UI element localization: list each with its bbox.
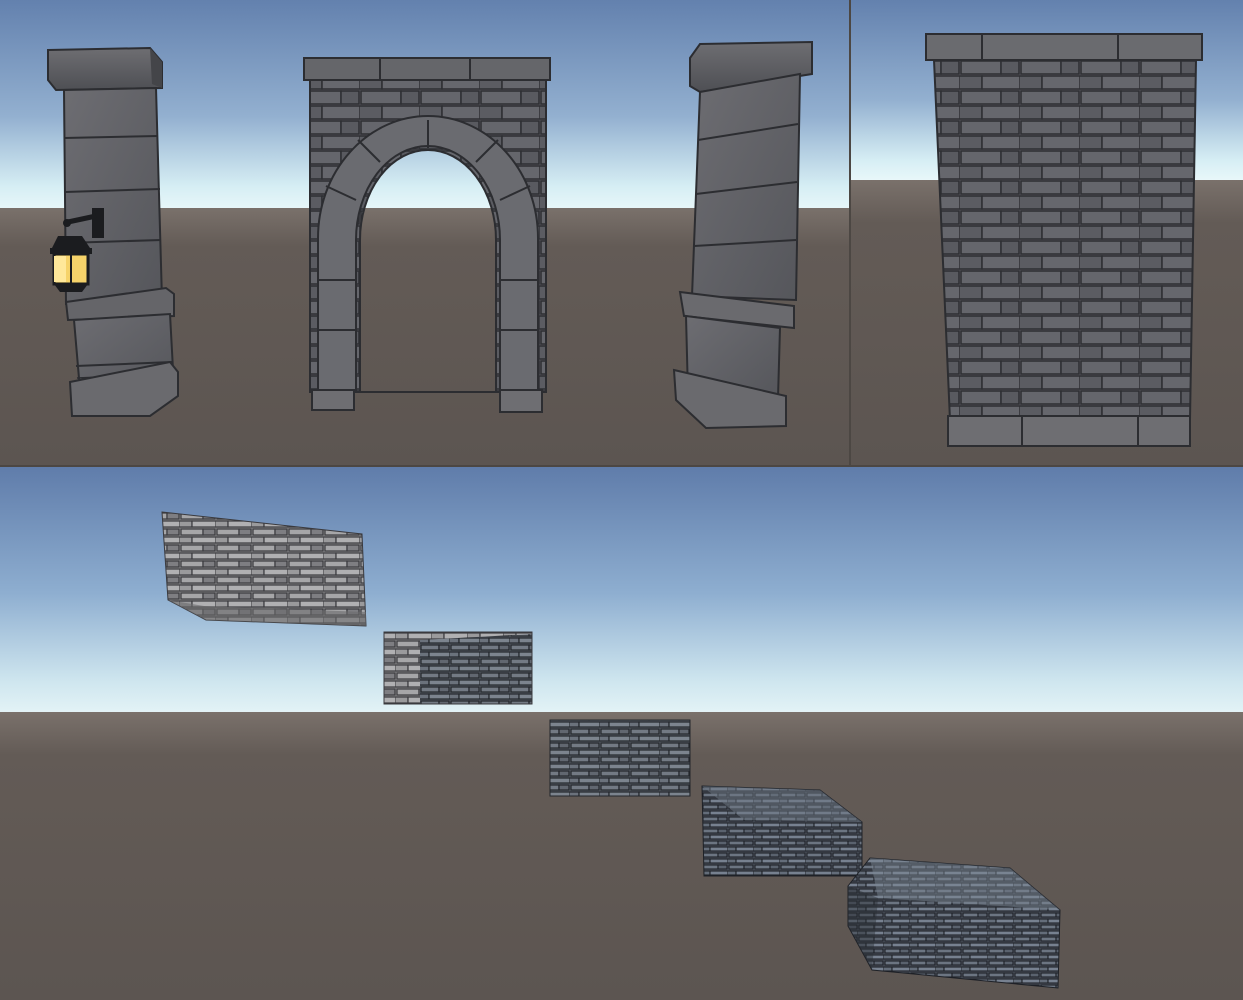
block-3[interactable] (549, 719, 691, 797)
brick-wall-panel[interactable] (925, 33, 1203, 447)
block-2[interactable] (383, 631, 533, 705)
game-viewport (0, 0, 1243, 1000)
